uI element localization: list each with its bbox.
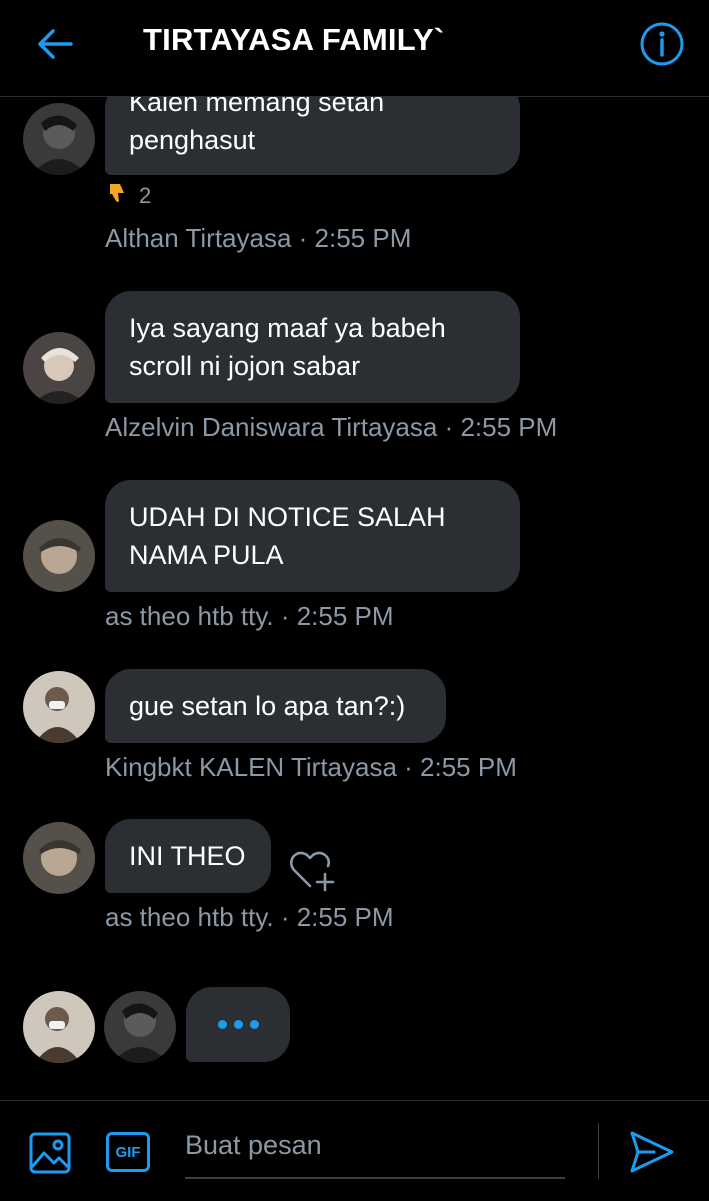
- message-input-wrapper: [185, 1121, 565, 1179]
- conversation-header: TIRTAYASA FAMILY`: [0, 0, 709, 97]
- info-button[interactable]: [638, 20, 686, 68]
- heart-plus-icon: [289, 851, 335, 892]
- back-button[interactable]: [30, 22, 80, 66]
- avatar[interactable]: [23, 822, 95, 894]
- typing-indicator: [186, 987, 290, 1062]
- add-reaction-button[interactable]: [288, 848, 336, 892]
- message-meta: Alzelvin Daniswara Tirtayasa · 2:55 PM: [105, 412, 558, 442]
- message-text: Iya sayang maaf ya babeh: [129, 313, 446, 343]
- typing-dot: [217, 1020, 227, 1029]
- avatar[interactable]: [23, 671, 95, 743]
- message-bubble[interactable]: UDAH DI NOTICE SALAH NAMA PULA: [105, 480, 520, 592]
- message-text: UDAH DI NOTICE SALAH: [129, 502, 446, 532]
- message-input[interactable]: [185, 1121, 565, 1169]
- gif-button[interactable]: GIF: [106, 1132, 150, 1172]
- info-icon: [640, 22, 684, 66]
- conversation-title: TIRTAYASA FAMILY`: [143, 22, 445, 57]
- typing-avatar[interactable]: [104, 991, 176, 1063]
- message-text: INI THEO: [129, 841, 246, 871]
- avatar[interactable]: [23, 520, 95, 592]
- typing-avatar[interactable]: [23, 991, 95, 1063]
- typing-dot: [233, 1020, 243, 1029]
- thumbs-down-emoji-icon: [107, 182, 127, 210]
- composer-divider: [598, 1123, 599, 1179]
- message-text: penghasut: [129, 125, 256, 155]
- avatar[interactable]: [23, 332, 95, 404]
- message-meta: Althan Tirtayasa · 2:55 PM: [105, 223, 412, 253]
- arrow-left-icon: [38, 29, 73, 59]
- message-bubble[interactable]: Iya sayang maaf ya babeh scroll ni jojon…: [105, 291, 520, 403]
- typing-dot: [249, 1020, 259, 1029]
- message-meta: as theo htb tty. · 2:55 PM: [105, 902, 394, 932]
- reaction-count: 2: [139, 183, 152, 208]
- message-text: scroll ni jojon sabar: [129, 351, 361, 381]
- message-meta: as theo htb tty. · 2:55 PM: [105, 601, 394, 631]
- avatar[interactable]: [23, 103, 95, 175]
- image-icon: [29, 1132, 71, 1174]
- send-icon: [630, 1131, 674, 1173]
- message-bubble[interactable]: gue setan lo apa tan?:): [105, 669, 446, 743]
- message-meta: Kingbkt KALEN Tirtayasa · 2:55 PM: [105, 752, 517, 782]
- message-text: gue setan lo apa tan?:): [129, 691, 406, 721]
- add-media-button[interactable]: [28, 1131, 72, 1175]
- send-button[interactable]: [628, 1129, 676, 1175]
- message-bubble[interactable]: INI THEO: [105, 819, 271, 893]
- message-composer: GIF: [0, 1100, 709, 1201]
- message-text: NAMA PULA: [129, 540, 284, 570]
- message-reaction[interactable]: 2: [107, 182, 151, 210]
